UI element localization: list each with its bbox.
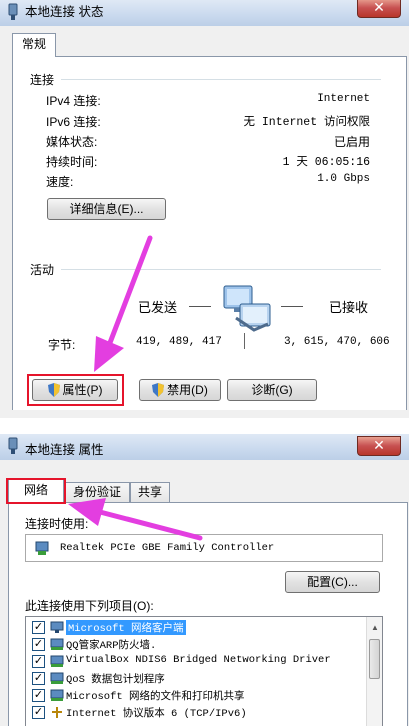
- network-connection-icon: [8, 3, 18, 20]
- configure-button-label: 配置(C)...: [307, 575, 358, 589]
- checkbox-4[interactable]: ✓: [32, 689, 45, 702]
- properties-title-bar: 本地连接 属性 ✕: [0, 434, 409, 460]
- network-connection-icon: [8, 437, 18, 454]
- network-service-icon: [50, 689, 64, 701]
- list-item[interactable]: ✓ Internet 协议版本 6 (TCP/IPv6): [30, 704, 370, 721]
- network-adapter-icon: [35, 541, 49, 555]
- speed-value: 1.0 Gbps: [317, 173, 370, 185]
- checkbox-5[interactable]: ✓: [32, 706, 45, 719]
- network-tab-highlight-box: [6, 478, 66, 504]
- list-item-label: Internet 协议版本 6 (TCP/IPv6): [66, 708, 247, 720]
- tab-general[interactable]: 常规: [12, 33, 56, 57]
- activity-heading: 活动: [30, 263, 55, 277]
- checkbox-2[interactable]: ✓: [32, 655, 45, 668]
- ipv4-value: Internet: [317, 93, 370, 105]
- bytes-label: 字节:: [48, 338, 76, 352]
- configure-button[interactable]: 配置(C)...: [285, 571, 380, 593]
- list-item[interactable]: ✓ QQ管家ARP防火墙.: [30, 636, 370, 653]
- scroll-thumb[interactable]: [369, 639, 380, 679]
- checkbox-3[interactable]: ✓: [32, 672, 45, 685]
- ipv4-label: IPv4 连接:: [46, 94, 101, 108]
- status-dialog-title: 本地连接 状态: [25, 5, 104, 19]
- status-dialog: 本地连接 状态 ✕ 常规 连接 IPv4 连接: Internet IPv6 连…: [0, 0, 409, 418]
- diagnose-button-label: 诊断(G): [251, 383, 293, 397]
- bytes-received-value: 3, 615, 470, 606: [284, 336, 390, 348]
- protocol-icon: [52, 707, 62, 718]
- list-item[interactable]: ✓ QoS 数据包计划程序: [30, 670, 370, 687]
- duration-label: 持续时间:: [46, 155, 98, 169]
- properties-dialog-title: 本地连接 属性: [25, 443, 104, 457]
- network-service-icon: [50, 655, 64, 667]
- items-label: 此连接使用下列项目(O):: [25, 599, 154, 613]
- media-state-value: 已启用: [333, 136, 370, 150]
- network-client-icon: [50, 621, 64, 633]
- list-item-label: QoS 数据包计划程序: [66, 674, 165, 686]
- network-computers-icon: [223, 285, 271, 332]
- sent-line: [189, 306, 211, 307]
- network-service-icon: [50, 672, 64, 684]
- checkbox-1[interactable]: ✓: [32, 638, 45, 651]
- close-icon: ✕: [373, 437, 385, 453]
- activity-divider: [244, 333, 245, 349]
- details-button-label: 详细信息(E)...: [69, 202, 144, 216]
- components-list[interactable]: ✓ Microsoft 网络客户端 ✓ QQ管家ARP防火墙. ✓ Virtua…: [25, 616, 383, 726]
- received-label: 已接收: [329, 300, 369, 315]
- ipv6-label: IPv6 连接:: [46, 115, 101, 129]
- scroll-up-icon[interactable]: ▲: [371, 623, 379, 632]
- checkbox-0[interactable]: ✓: [32, 621, 45, 634]
- list-item-label: Microsoft 网络的文件和打印机共享: [66, 691, 245, 703]
- connection-heading: 连接: [30, 73, 55, 87]
- list-item[interactable]: ✓ VirtualBox NDIS6 Bridged Networking Dr…: [30, 653, 370, 670]
- details-button[interactable]: 详细信息(E)...: [47, 198, 166, 220]
- list-scrollbar[interactable]: ▲: [366, 617, 382, 726]
- properties-close-button[interactable]: ✕: [357, 436, 401, 456]
- connection-separator: [61, 79, 381, 80]
- list-item[interactable]: ✓ Microsoft 网络的文件和打印机共享: [30, 687, 370, 704]
- tab-general-label: 常规: [21, 37, 46, 51]
- diagnose-button[interactable]: 诊断(G): [227, 379, 317, 401]
- properties-dialog: 本地连接 属性 ✕ 网络 身份验证 共享 连接时使用: Realtek PCIe…: [0, 434, 409, 726]
- received-line: [281, 306, 303, 307]
- speed-label: 速度:: [46, 175, 74, 189]
- media-state-label: 媒体状态:: [46, 135, 98, 149]
- shield-icon: [152, 383, 165, 397]
- close-icon: ✕: [373, 0, 385, 15]
- annotation-arrow-1: [94, 235, 153, 372]
- status-close-button[interactable]: ✕: [357, 0, 401, 18]
- status-tab-panel: 连接 IPv4 连接: Internet IPv6 连接: 无 Internet…: [12, 56, 407, 418]
- duration-value: 1 天 06:05:16: [282, 156, 370, 169]
- ipv6-value: 无 Internet 访问权限: [243, 116, 370, 129]
- status-bottom-strip: [0, 410, 409, 418]
- list-item-label: Microsoft 网络客户端: [66, 620, 186, 635]
- list-item-label: VirtualBox NDIS6 Bridged Networking Driv…: [66, 654, 331, 666]
- network-service-icon: [50, 638, 64, 650]
- disable-button-label: 禁用(D): [167, 383, 208, 397]
- list-item[interactable]: ✓ Microsoft 网络客户端: [30, 619, 370, 636]
- list-item-label: QQ管家ARP防火墙.: [66, 640, 157, 652]
- annotation-arrow-2: [68, 498, 203, 541]
- disable-button[interactable]: 禁用(D): [139, 379, 221, 401]
- status-title-bar: 本地连接 状态 ✕: [0, 0, 409, 26]
